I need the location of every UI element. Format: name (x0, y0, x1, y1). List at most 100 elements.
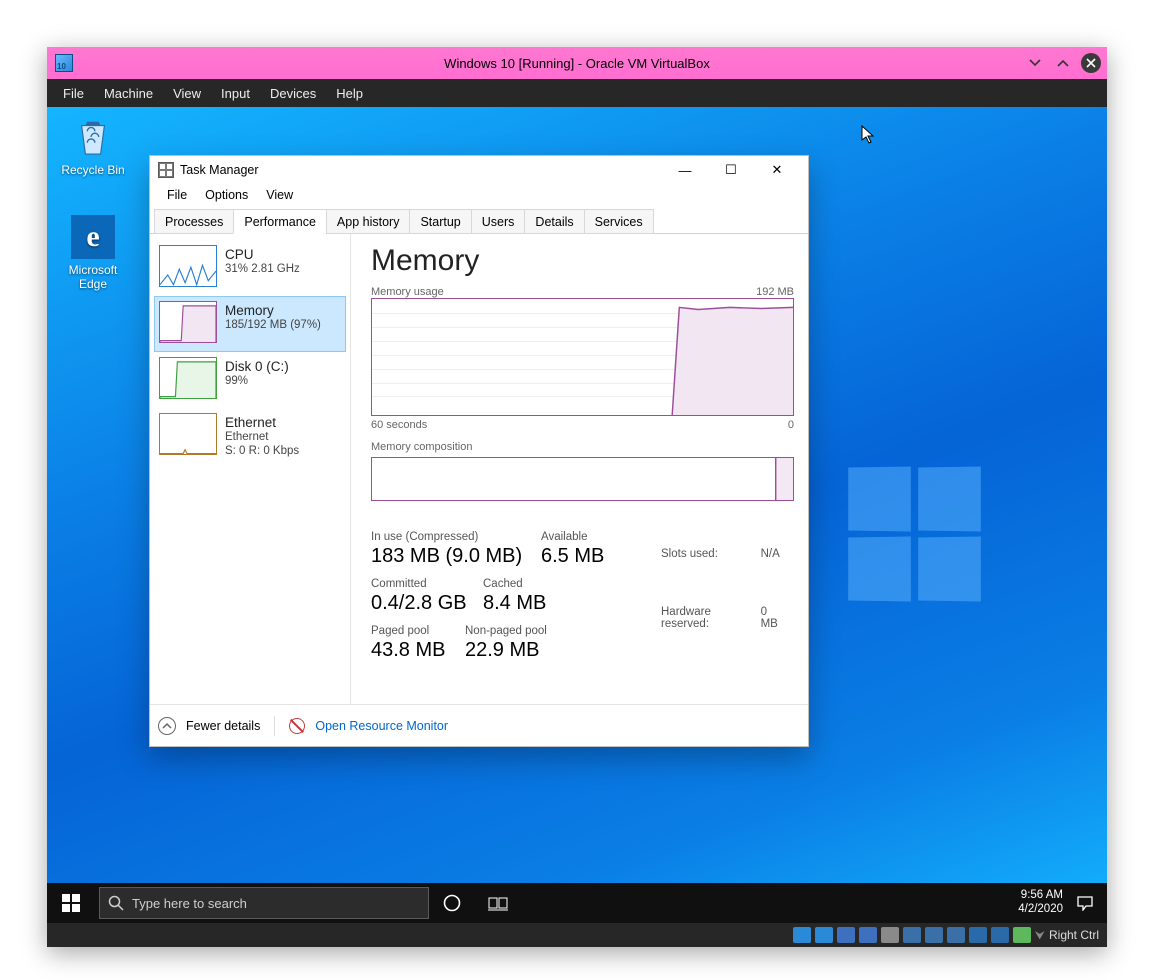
vb-titlebar[interactable]: 10 Windows 10 [Running] - Oracle VM Virt… (47, 47, 1107, 79)
task-manager-window[interactable]: Task Manager — ☐ ✕ File Options View Pro… (149, 155, 809, 747)
nonpaged-label: Non-paged pool (465, 625, 585, 637)
sidebar-cpu-sub: 31% 2.81 GHz (225, 263, 300, 277)
vb-menubar: File Machine View Input Devices Help (47, 79, 1107, 107)
tm-minimize-button[interactable]: — (662, 156, 708, 184)
vb-menu-devices[interactable]: Devices (260, 82, 326, 105)
sidebar-memory-title: Memory (225, 303, 321, 319)
vb-status-dnd-icon[interactable] (991, 927, 1009, 943)
cached-value: 8.4 MB (483, 592, 573, 615)
vb-status-mouse-icon[interactable] (1013, 927, 1031, 943)
sidebar-disk-sub: 99% (225, 375, 289, 389)
desktop-icon-label: Microsoft Edge (55, 263, 131, 291)
vb-status-rec-icon[interactable] (925, 927, 943, 943)
guest-desktop[interactable]: Recycle Bin e Microsoft Edge Task Manage… (47, 107, 1107, 923)
tm-title: Task Manager (180, 163, 259, 177)
windows-logo-wallpaper (847, 467, 987, 607)
desktop-icon-edge[interactable]: e Microsoft Edge (55, 215, 131, 291)
resource-monitor-icon (289, 718, 305, 734)
sidebar-memory-sub: 185/192 MB (97%) (225, 319, 321, 333)
vb-close-button[interactable] (1081, 53, 1101, 73)
tab-processes[interactable]: Processes (154, 209, 234, 234)
sidebar-ethernet-sub2: S: 0 R: 0 Kbps (225, 445, 299, 459)
committed-label: Committed (371, 578, 483, 590)
action-center-button[interactable] (1071, 883, 1099, 923)
sidebar-cpu-title: CPU (225, 247, 300, 263)
cortana-button[interactable] (429, 883, 475, 923)
edge-icon: e (71, 215, 115, 259)
tm-menu-view[interactable]: View (257, 186, 302, 204)
sidebar-ethernet-sub1: Ethernet (225, 431, 299, 445)
tab-details[interactable]: Details (524, 209, 584, 234)
task-manager-icon (158, 162, 174, 178)
nonpaged-value: 22.9 MB (465, 639, 585, 662)
sidebar-item-ethernet[interactable]: Ethernet Ethernet S: 0 R: 0 Kbps (154, 408, 346, 464)
recycle-bin-icon (71, 115, 115, 159)
tm-tabstrip: Processes Performance App history Startu… (150, 206, 808, 234)
vb-status-net-icon[interactable] (837, 927, 855, 943)
paged-value: 43.8 MB (371, 639, 465, 662)
search-placeholder: Type here to search (132, 896, 247, 911)
tm-maximize-button[interactable]: ☐ (708, 156, 754, 184)
tab-performance[interactable]: Performance (233, 209, 327, 234)
tab-startup[interactable]: Startup (409, 209, 471, 234)
tab-services[interactable]: Services (584, 209, 654, 234)
fewer-details-link[interactable]: Fewer details (186, 719, 260, 733)
desktop-icon-recycle-bin[interactable]: Recycle Bin (55, 115, 131, 177)
tm-titlebar[interactable]: Task Manager — ☐ ✕ (150, 156, 808, 184)
in-use-value: 183 MB (9.0 MB) (371, 545, 541, 568)
tm-main-panel: Memory Memory usage 192 MB 60 seconds (351, 234, 808, 704)
sidebar-item-memory[interactable]: Memory 185/192 MB (97%) (154, 296, 346, 352)
cached-label: Cached (483, 578, 573, 590)
available-value: 6.5 MB (541, 545, 631, 568)
paged-label: Paged pool (371, 625, 465, 637)
vb-status-display-icon[interactable] (903, 927, 921, 943)
vb-menu-file[interactable]: File (53, 82, 94, 105)
memory-composition-bar (371, 457, 794, 501)
tm-menu-options[interactable]: Options (196, 186, 257, 204)
tab-app-history[interactable]: App history (326, 209, 411, 234)
vb-status-audio-icon[interactable] (947, 927, 965, 943)
tm-menu-file[interactable]: File (158, 186, 196, 204)
vb-status-shared-icon[interactable] (881, 927, 899, 943)
vb-status-usb-icon[interactable] (859, 927, 877, 943)
vb-minimize-button[interactable] (1025, 53, 1045, 73)
sidebar-item-cpu[interactable]: CPU 31% 2.81 GHz (154, 240, 346, 296)
vb-menu-input[interactable]: Input (211, 82, 260, 105)
sidebar-item-disk[interactable]: Disk 0 (C:) 99% (154, 352, 346, 408)
chart-usage-max: 192 MB (756, 286, 794, 298)
composition-label: Memory composition (371, 441, 794, 453)
tm-close-button[interactable]: ✕ (754, 156, 800, 184)
vb-menu-help[interactable]: Help (326, 82, 373, 105)
taskbar-clock[interactable]: 9:56 AM 4/2/2020 (1018, 889, 1063, 917)
tm-footer: Fewer details Open Resource Monitor (150, 704, 808, 746)
task-view-button[interactable] (475, 883, 521, 923)
sidebar-disk-title: Disk 0 (C:) (225, 359, 289, 375)
search-icon (108, 895, 124, 911)
tab-users[interactable]: Users (471, 209, 526, 234)
start-button[interactable] (47, 883, 95, 923)
memory-spec-table: Slots used:N/A Hardware reserved:0 MB (659, 531, 794, 662)
vb-menu-view[interactable]: View (163, 82, 211, 105)
vb-status-hdd-icon[interactable] (793, 927, 811, 943)
chart-x-end: 0 (788, 419, 794, 431)
taskbar-search-box[interactable]: Type here to search (99, 887, 429, 919)
committed-value: 0.4/2.8 GB (371, 592, 483, 615)
chevron-up-icon[interactable] (158, 717, 176, 735)
open-resource-monitor-link[interactable]: Open Resource Monitor (315, 719, 448, 733)
windows-logo-icon (62, 894, 80, 912)
vb-status-clipboard-icon[interactable] (969, 927, 987, 943)
vb-status-od-icon[interactable] (815, 927, 833, 943)
memory-usage-chart (371, 298, 794, 416)
vb-menu-machine[interactable]: Machine (94, 82, 163, 105)
vb-maximize-button[interactable] (1053, 53, 1073, 73)
chart-x-start: 60 seconds (371, 419, 427, 431)
virtualbox-icon: 10 (55, 54, 73, 72)
panel-heading: Memory (371, 244, 794, 278)
available-label: Available (541, 531, 631, 543)
chart-usage-label: Memory usage (371, 286, 444, 298)
sidebar-ethernet-title: Ethernet (225, 415, 299, 431)
vb-host-key: Right Ctrl (1049, 928, 1099, 942)
windows-taskbar[interactable]: Type here to search 9:56 AM 4/2/2020 (47, 883, 1107, 923)
desktop-icon-label: Recycle Bin (55, 163, 131, 177)
tm-sidebar: CPU 31% 2.81 GHz Memory 185/192 MB (97%) (150, 234, 350, 704)
